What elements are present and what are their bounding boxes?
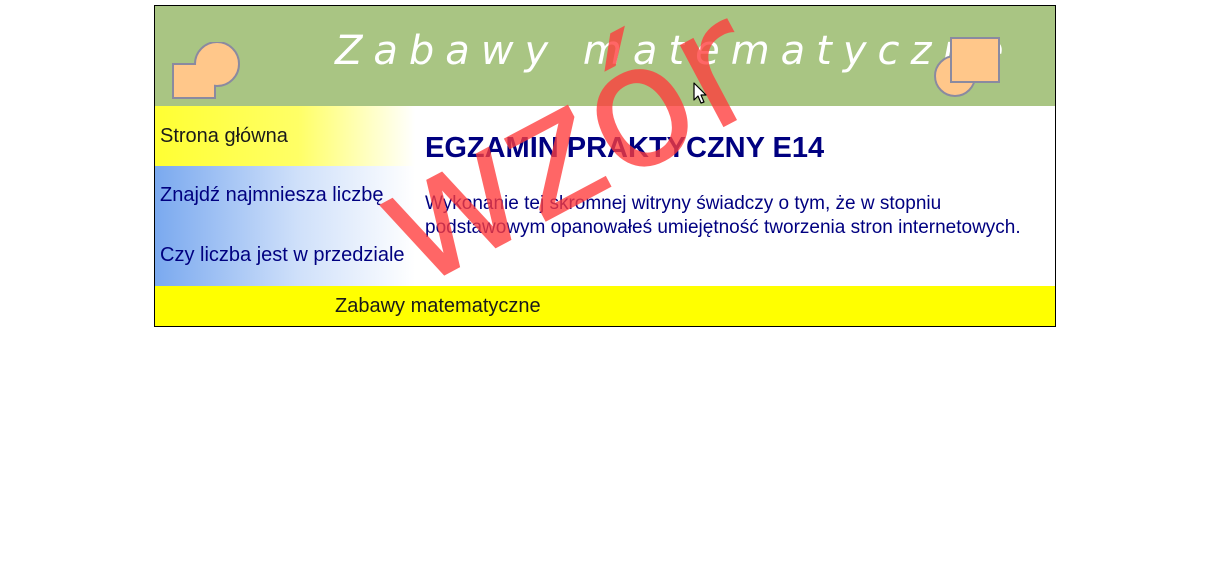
page: Zabawy matematyczne Strona główna Znajdź… [0,0,1212,567]
header-banner: Zabawy matematyczne [155,6,1055,106]
footer: Zabawy matematyczne [155,286,1055,326]
menu-item-home[interactable]: Strona główna [155,106,415,166]
circle-square-logo-icon [172,42,240,99]
site-frame: Zabawy matematyczne Strona główna Znajdź… [154,5,1056,327]
square-circle-logo-icon [934,37,1000,97]
menu-item-number-in-range[interactable]: Czy liczba jest w przedziale [155,226,415,286]
banner-title: Zabawy matematyczne [335,28,1015,74]
content-paragraph: Wykonanie tej skromnej witryny świadczy … [425,193,1021,238]
main-content: EGZAMIN PRAKTYCZNY E14 Wykonanie tej skr… [425,106,1055,286]
menu-item-find-smallest-number[interactable]: Znajdź najmniesza liczbę [155,166,415,226]
page-heading: EGZAMIN PRAKTYCZNY E14 [425,132,825,164]
side-menu: Strona główna Znajdź najmniesza liczbę C… [155,106,415,286]
footer-text: Zabawy matematyczne [335,295,541,317]
